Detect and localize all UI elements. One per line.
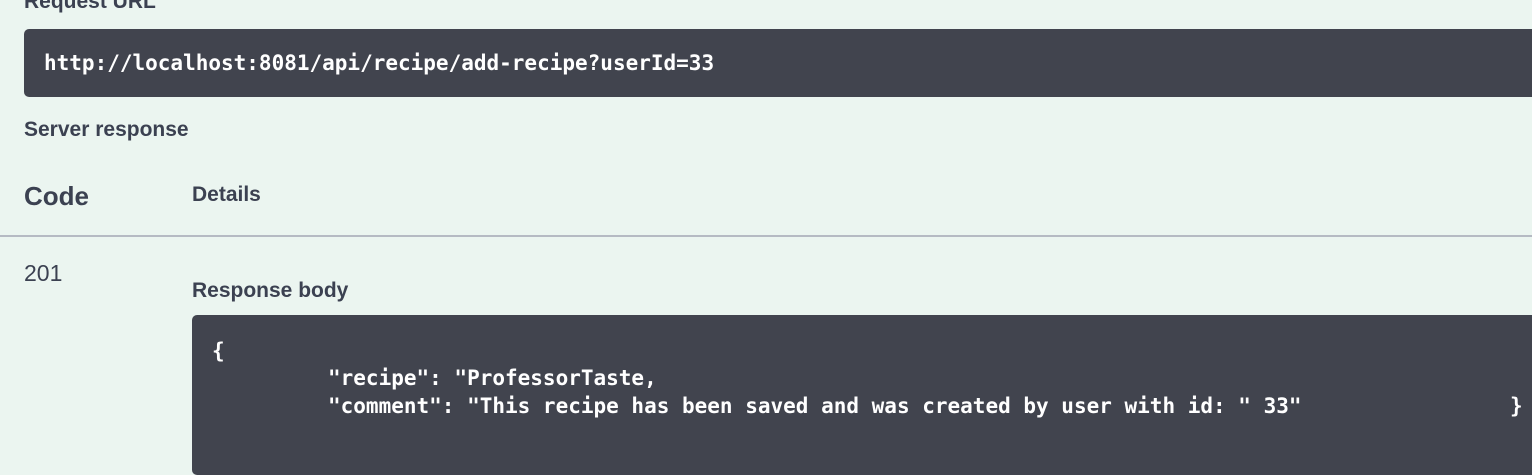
response-body-box[interactable]: { "recipe": "ProfessorTaste, "comment": …: [192, 315, 1532, 475]
column-header-code: Code: [24, 181, 89, 211]
response-body-line: }: [1510, 394, 1523, 418]
request-url-box[interactable]: http://localhost:8081/api/recipe/add-rec…: [24, 29, 1532, 97]
response-body-line: {: [212, 339, 225, 363]
column-header-details: Details: [192, 183, 261, 206]
response-body-label: Response body: [192, 279, 349, 302]
response-status-code: 201: [24, 260, 63, 286]
response-body-line: "recipe": "ProfessorTaste,: [328, 366, 657, 390]
table-divider: [0, 235, 1532, 237]
request-url-label: Request URL: [24, 0, 156, 13]
response-body-line: "comment": "This recipe has been saved a…: [328, 394, 1302, 418]
request-url-text[interactable]: http://localhost:8081/api/recipe/add-rec…: [44, 51, 714, 75]
server-response-label: Server response: [24, 118, 189, 141]
